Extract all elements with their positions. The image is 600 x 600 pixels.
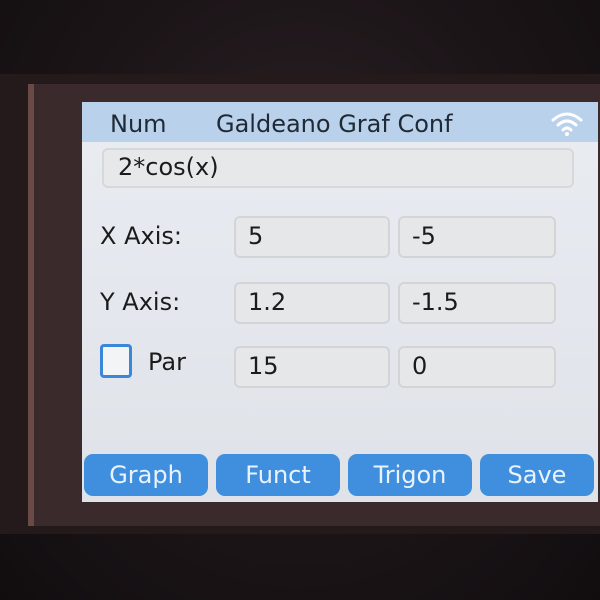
y-axis-label: Y Axis: <box>100 288 181 316</box>
funct-button[interactable]: Funct <box>216 454 340 496</box>
par-value2-field[interactable]: 0 <box>398 346 556 388</box>
title-bar: Num Galdeano Graf Conf <box>82 102 598 142</box>
par-label: Par <box>148 348 186 376</box>
device-photo: Num Galdeano Graf Conf 2*cos(x) X Axis: … <box>0 0 600 600</box>
x-axis-max-field[interactable]: 5 <box>234 216 390 258</box>
y-axis-min-field[interactable]: -1.5 <box>398 282 556 324</box>
y-axis-max-field[interactable]: 1.2 <box>234 282 390 324</box>
x-axis-min-field[interactable]: -5 <box>398 216 556 258</box>
function-input[interactable]: 2*cos(x) <box>102 148 574 188</box>
trigon-button[interactable]: Trigon <box>348 454 472 496</box>
save-button[interactable]: Save <box>480 454 594 496</box>
page-title: Galdeano Graf Conf <box>216 110 453 138</box>
graph-button[interactable]: Graph <box>84 454 208 496</box>
par-value1-field[interactable]: 15 <box>234 346 390 388</box>
wifi-icon <box>551 112 583 136</box>
num-label[interactable]: Num <box>110 110 167 138</box>
par-checkbox[interactable] <box>100 344 132 378</box>
x-axis-label: X Axis: <box>100 222 182 250</box>
lcd-screen: Num Galdeano Graf Conf 2*cos(x) X Axis: … <box>82 102 598 502</box>
